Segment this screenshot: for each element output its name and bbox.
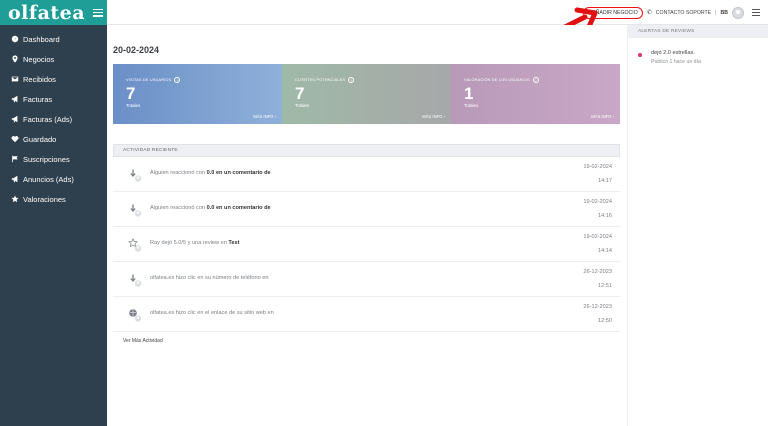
stat-value: 7	[295, 84, 305, 103]
activity-title: ACTIVIDAD RECIENTE	[113, 144, 620, 157]
activity-date: 19-02-2024	[583, 234, 612, 240]
sidebar-item-guardado[interactable]: Guardado	[0, 129, 107, 149]
phone-icon: ✆	[646, 10, 652, 16]
sidebar-item-valoraciones[interactable]: Valoraciones	[0, 189, 107, 209]
sidebar-item-recibidos[interactable]: Recibidos	[0, 69, 107, 89]
activity-time: 12:51	[598, 283, 612, 289]
more-info-link[interactable]: MÁS INFO ›	[591, 114, 614, 119]
info-icon[interactable]: ?	[532, 77, 539, 83]
sidebar-item-anuncios[interactable]: Anuncios (Ads)	[0, 169, 107, 189]
sidebar-nav: Dashboard Negocios Recibidos Facturas Fa…	[0, 29, 107, 209]
stats-cards: VISITAS DE USUARIOS? 7 Totales MÁS INFO …	[113, 64, 620, 124]
sidebar-item-label: Guardado	[23, 134, 57, 144]
logo-bar: olfatea	[0, 0, 107, 25]
sidebar-item-label: Facturas (Ads)	[23, 114, 73, 124]
review-alert-sub: Publicó 1 hace un día	[651, 59, 701, 65]
heart-icon	[10, 135, 19, 144]
sidebar-item-negocios[interactable]: Negocios	[0, 49, 107, 69]
activity-row: olfatea.es hizo clic en su número de tel…	[113, 262, 620, 297]
sidebar-item-label: Dashboard	[23, 34, 60, 44]
sidebar: olfatea Dashboard Negocios Recibidos Fac…	[0, 0, 107, 426]
activity-text: olfatea.es hizo clic en el enlace de su …	[150, 310, 274, 316]
activity-date: 26-12-2023	[583, 269, 612, 275]
flag-icon	[10, 155, 19, 164]
activity-text: olfatea.es hizo clic en su número de tel…	[150, 275, 269, 281]
sidebar-item-label: Suscripciones	[23, 154, 70, 164]
activity-date: 19-02-2024	[583, 199, 612, 205]
sidebar-item-facturas[interactable]: Facturas	[0, 89, 107, 109]
activity-text: Ray dejó 5.0/5 y una review en Test	[150, 240, 240, 246]
sidebar-item-label: Valoraciones	[23, 194, 66, 204]
more-info-link[interactable]: MÁS INFO ›	[422, 114, 445, 119]
top-actions: + AÑADIR NEGOCIO ✆ CONTACTO SOPORTE | BB	[583, 0, 760, 25]
stat-label: VISITAS DE USUARIOS?	[126, 77, 181, 83]
star-outline-icon	[128, 238, 142, 252]
sidebar-item-facturas-ads[interactable]: Facturas (Ads)	[0, 109, 107, 129]
megaphone-icon	[10, 175, 19, 184]
sidebar-item-label: Facturas	[23, 94, 53, 104]
sidebar-item-suscripciones[interactable]: Suscripciones	[0, 149, 107, 169]
alert-dot-icon	[638, 53, 642, 57]
globe-icon	[129, 309, 142, 322]
sidebar-item-label: Negocios	[23, 54, 55, 64]
info-icon[interactable]: ?	[174, 77, 181, 83]
stat-label: VALORACIÓN DE LOS USUARIOS?	[464, 77, 539, 83]
user-initials[interactable]: BB	[721, 10, 729, 16]
recent-activity: ACTIVIDAD RECIENTE Alguien reaccionó con…	[113, 144, 620, 344]
map-pin-icon	[10, 55, 19, 64]
activity-row: Alguien reaccionó con 0.0 en un comentar…	[113, 192, 620, 227]
sidebar-item-label: Recibidos	[23, 74, 56, 84]
separator: |	[715, 9, 717, 16]
activity-date: 26-12-2023	[583, 304, 612, 310]
thumb-icon	[130, 169, 142, 182]
review-alert-text: dejó 2.0 estrellas.	[651, 50, 695, 56]
sidebar-item-dashboard[interactable]: Dashboard	[0, 29, 107, 49]
activity-row: Ray dejó 5.0/5 y una review en Test 19-02…	[113, 227, 620, 262]
megaphone-icon	[10, 95, 19, 104]
main-content: 20-02-2024 VISITAS DE USUARIOS? 7 Totale…	[107, 25, 627, 426]
logo[interactable]: olfatea	[8, 2, 85, 24]
dashboard-icon	[10, 35, 19, 44]
thumb-icon	[130, 204, 142, 217]
stat-label: CLIENTES POTENCIALES?	[295, 77, 355, 83]
stat-value: 1	[464, 84, 474, 103]
stat-card-leads: CLIENTES POTENCIALES? 7 Totales MÁS INFO…	[282, 64, 451, 124]
activity-date: 19-02-2024	[583, 164, 612, 170]
activity-time: 12:50	[598, 318, 612, 324]
star-icon	[10, 195, 19, 204]
more-info-link[interactable]: MÁS INFO ›	[253, 114, 276, 119]
stat-value: 7	[126, 84, 136, 103]
topbar: + AÑADIR NEGOCIO ✆ CONTACTO SOPORTE | BB	[107, 0, 768, 25]
sidebar-toggle-icon[interactable]	[93, 8, 104, 17]
reviews-panel-title: ALERTAS DE REVIEWS	[628, 25, 768, 38]
megaphone-icon	[10, 115, 19, 124]
activity-time: 14:14	[598, 248, 612, 254]
contact-support-link[interactable]: CONTACTO SOPORTE	[656, 10, 711, 16]
activity-time: 14:17	[598, 178, 612, 184]
avatar[interactable]	[732, 6, 744, 19]
activity-text: Alguien reaccionó con 0.0 en un comentar…	[150, 205, 271, 211]
activity-row: Alguien reaccionó con 0.0 en un comentar…	[113, 157, 620, 192]
page-title: 20-02-2024	[113, 45, 160, 55]
stat-sub: Totales	[126, 103, 141, 108]
activity-row: olfatea.es hizo clic en el enlace de su …	[113, 297, 620, 332]
menu-icon[interactable]	[752, 9, 760, 16]
activity-text: Alguien reaccionó con 0.0 en un comentar…	[150, 170, 271, 176]
stat-card-visits: VISITAS DE USUARIOS? 7 Totales MÁS INFO …	[113, 64, 282, 124]
stat-card-ratings: VALORACIÓN DE LOS USUARIOS? 1 Totales MÁ…	[451, 64, 620, 124]
stat-sub: Totales	[464, 103, 479, 108]
activity-time: 14:16	[598, 213, 612, 219]
see-more-activity-link[interactable]: Ver Más Actividad	[113, 338, 620, 344]
reviews-panel: ALERTAS DE REVIEWS dejó 2.0 estrellas. P…	[627, 25, 768, 426]
info-icon[interactable]: ?	[348, 77, 355, 83]
envelope-icon	[10, 75, 19, 84]
stat-sub: Totales	[295, 103, 310, 108]
thumb-icon	[130, 274, 142, 287]
sidebar-item-label: Anuncios (Ads)	[23, 174, 74, 184]
